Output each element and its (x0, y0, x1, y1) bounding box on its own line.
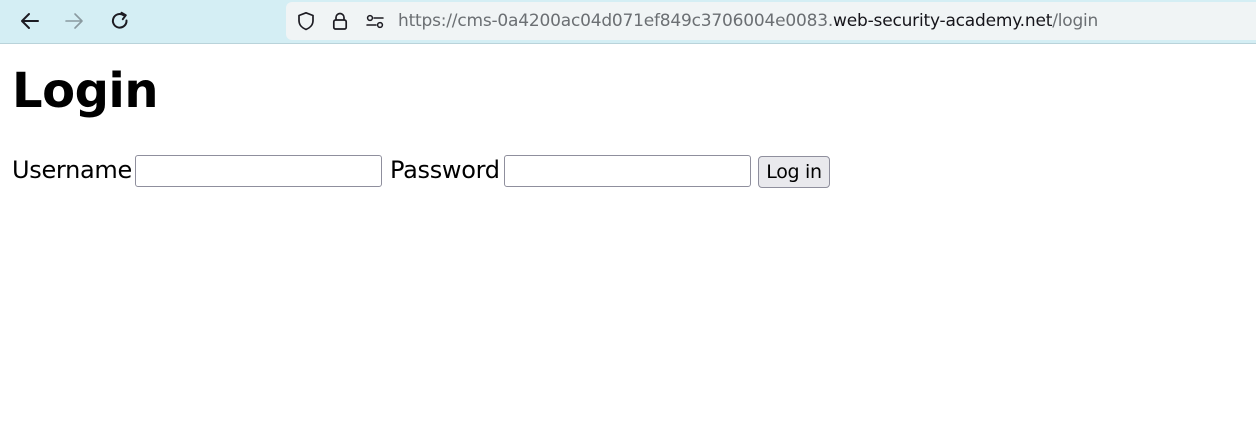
username-label: Username (12, 156, 132, 184)
url-text[interactable]: https://cms-0a4200ac04d071ef849c3706004e… (398, 10, 1098, 32)
url-scheme: https://cms-0a4200ac04d071ef849c3706004e… (398, 11, 834, 31)
reload-icon (110, 11, 130, 31)
back-button[interactable] (14, 6, 46, 36)
arrow-right-icon (64, 11, 84, 31)
forward-button[interactable] (58, 6, 90, 36)
username-input[interactable] (135, 155, 382, 187)
login-form: Username Password Log in (12, 154, 912, 188)
arrow-left-icon (20, 11, 40, 31)
password-input[interactable] (504, 155, 751, 187)
permissions-icon[interactable] (365, 11, 385, 31)
reload-button[interactable] (104, 6, 136, 36)
shield-icon[interactable] (296, 11, 316, 31)
url-host: web-security-academy.net (833, 11, 1053, 31)
page-title: Login (12, 63, 159, 119)
url-path: /login (1052, 11, 1099, 31)
password-label: Password (390, 156, 500, 184)
login-button[interactable]: Log in (758, 156, 830, 188)
page-content: Login Username Password Log in (12, 60, 830, 188)
lock-icon[interactable] (330, 11, 350, 31)
browser-toolbar: https://cms-0a4200ac04d071ef849c3706004e… (0, 0, 1256, 44)
address-bar[interactable]: https://cms-0a4200ac04d071ef849c3706004e… (286, 2, 1256, 40)
